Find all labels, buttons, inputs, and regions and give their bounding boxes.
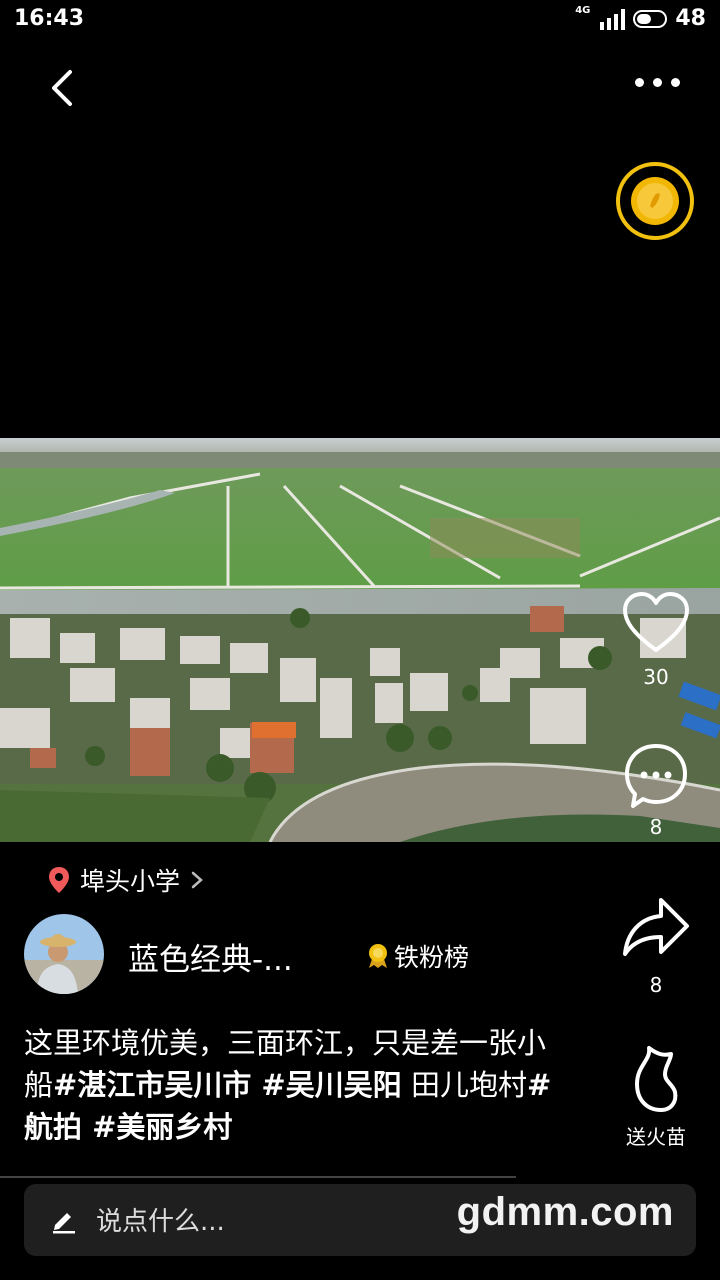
fan-rank-label: 铁粉榜 <box>394 943 470 972</box>
like-count: 30 <box>643 665 669 689</box>
chevron-left-icon <box>52 70 72 106</box>
dot-icon <box>671 78 680 87</box>
comment-bubble-icon <box>625 744 687 808</box>
avatar-image <box>24 914 104 994</box>
pencil-icon <box>53 1213 75 1234</box>
progress-divider <box>0 1176 516 1178</box>
comment-count: 8 <box>649 815 663 839</box>
hashtag-link[interactable]: #湛江市吴川市 <box>53 1068 251 1102</box>
location-name: 埠头小学 <box>80 867 181 896</box>
like-button[interactable]: 30 <box>611 590 701 689</box>
medal-icon <box>369 944 387 968</box>
status-indicators: 4G 48 <box>575 5 706 31</box>
network-type: 4G <box>575 5 591 16</box>
fan-rank-badge[interactable]: 铁粉榜 <box>366 938 469 974</box>
share-count: 8 <box>649 973 663 997</box>
caption-text: 田儿垉村 <box>401 1068 527 1102</box>
more-options-button[interactable] <box>635 78 680 87</box>
heart-icon <box>623 592 689 652</box>
chevron-right-icon <box>191 871 203 889</box>
comment-button[interactable]: 8 <box>611 742 701 839</box>
back-button[interactable] <box>44 66 84 110</box>
flame-icon <box>635 1046 678 1112</box>
send-flame-label: 送火苗 <box>626 1125 686 1149</box>
signal-icon <box>600 8 626 30</box>
share-arrow-icon <box>623 898 689 956</box>
hashtag-link[interactable]: #美丽乡村 <box>82 1110 232 1144</box>
post-caption: 这里环境优美，三面环江，只是差一张小船#湛江市吴川市 #吴川吴阳 田儿垉村#航拍… <box>24 1022 554 1148</box>
battery-icon <box>633 9 668 28</box>
battery-level: 48 <box>675 6 706 31</box>
share-button[interactable]: 8 <box>611 894 701 997</box>
hashtag-link[interactable]: #吴川吴阳 <box>251 1068 401 1102</box>
username[interactable]: 蓝色经典-... <box>128 934 293 979</box>
dot-icon <box>635 78 644 87</box>
coin-icon <box>616 162 694 240</box>
avatar[interactable] <box>24 914 104 994</box>
coin-reward-button[interactable] <box>614 160 696 242</box>
location-link[interactable]: 埠头小学 <box>48 862 204 898</box>
location-pin-icon <box>49 867 69 893</box>
status-time: 16:43 <box>14 6 85 31</box>
dot-icon <box>653 78 662 87</box>
comment-placeholder[interactable]: 说点什么... <box>96 1201 225 1238</box>
watermark: gdmm.com <box>456 1190 674 1234</box>
send-flame-button[interactable]: 送火苗 <box>611 1044 701 1150</box>
